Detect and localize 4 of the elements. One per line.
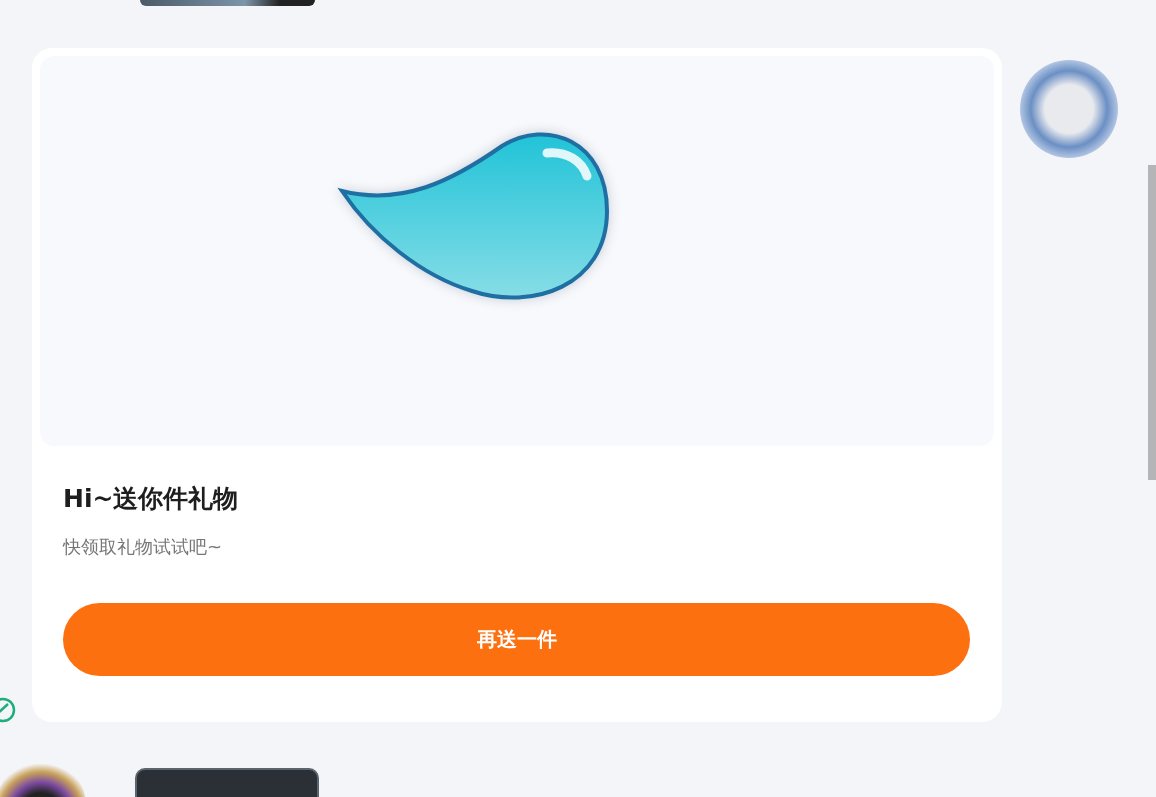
- scrollbar[interactable]: [1148, 165, 1156, 480]
- gift-subtitle: 快领取礼物试试吧~: [63, 535, 224, 559]
- gift-title: Hi~送你件礼物: [63, 483, 240, 515]
- send-again-button[interactable]: 再送一件: [63, 603, 970, 676]
